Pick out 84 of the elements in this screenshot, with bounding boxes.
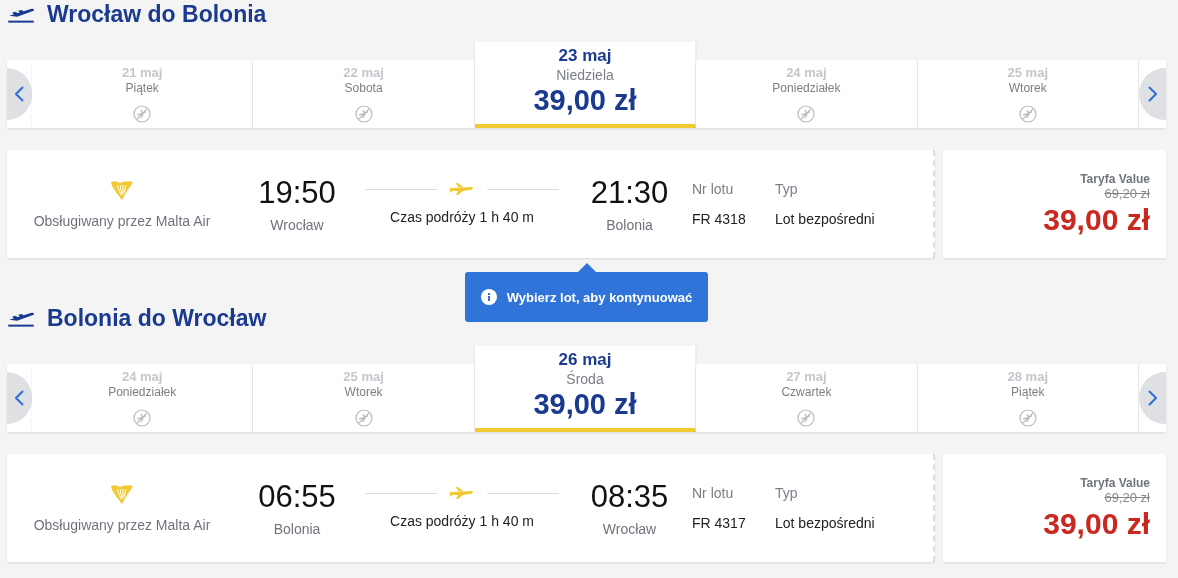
- weekday-label: Piątek: [1011, 385, 1045, 399]
- next-button[interactable]: [1139, 372, 1166, 424]
- no-flights-icon: [133, 409, 152, 427]
- plane-icon: [449, 487, 475, 499]
- arrival-city: Wrocław: [602, 521, 657, 537]
- date-label: 24 maj: [121, 369, 163, 384]
- duration-label: Czas podróży 1 h 40 m: [390, 513, 534, 529]
- duration-label: Czas podróży 1 h 40 m: [390, 209, 534, 225]
- chevron-left-icon: [14, 86, 25, 102]
- flight-type: Lot bezpośredni: [775, 515, 875, 531]
- date-tab[interactable]: 21 maj Piątek: [32, 60, 254, 128]
- weekday-label: Środa: [566, 371, 604, 387]
- chevron-right-icon: [1147, 86, 1158, 102]
- date-tab[interactable]: 28 maj Piątek: [917, 364, 1139, 432]
- no-flights-icon: [354, 409, 373, 427]
- weekday-label: Sobota: [344, 81, 383, 95]
- section-title: Bolonia do Wrocław: [47, 304, 267, 332]
- previous-button[interactable]: [7, 372, 32, 424]
- departure-city: Bolonia: [273, 521, 321, 537]
- price-panel[interactable]: Taryfa Value 69,20 zł 39,00 zł: [943, 454, 1166, 562]
- date-tab[interactable]: 22 maj Sobota: [253, 60, 475, 128]
- fare-name: Taryfa Value: [1080, 475, 1150, 490]
- type-label: Typ: [775, 485, 798, 501]
- weekday-label: Niedziela: [556, 67, 614, 83]
- no-flights-icon: [133, 105, 152, 123]
- chevron-right-icon: [1147, 390, 1158, 406]
- date-label: 25 maj: [343, 369, 384, 384]
- chevron-left-icon: [14, 390, 25, 406]
- weekday-label: Wtorek: [1008, 81, 1047, 95]
- next-button[interactable]: [1139, 68, 1166, 120]
- old-price: 69,20 zł: [1104, 185, 1150, 201]
- fare-name: Taryfa Value: [1080, 171, 1150, 186]
- departure-time: 06:55: [258, 479, 336, 515]
- date-tab[interactable]: 25 maj Wtorek: [917, 60, 1139, 128]
- date-label: 22 maj: [343, 65, 384, 80]
- price-panel[interactable]: Taryfa Value 69,20 zł 39,00 zł: [943, 150, 1166, 258]
- harp-logo-icon: [110, 483, 134, 505]
- fare-price: 39,00 zł: [533, 84, 637, 117]
- no-flights-icon: [354, 105, 373, 123]
- arrival-time: 21:30: [590, 175, 669, 211]
- operator-label: Obsługiwany przez Malta Air: [33, 213, 211, 229]
- flight-number-label: Nr lotu: [692, 485, 734, 501]
- weekday-label: Poniedziałek: [108, 385, 177, 399]
- weekday-label: Czwartek: [781, 385, 832, 399]
- type-label: Typ: [775, 181, 798, 197]
- old-price: 69,20 zł: [1104, 489, 1150, 505]
- date-label: 26 maj: [558, 350, 612, 370]
- arrival-time: 08:35: [590, 479, 669, 515]
- date-tab[interactable]: 24 maj Poniedziałek: [32, 364, 254, 432]
- flight-number: FR 4318: [692, 211, 746, 227]
- weekday-label: Wtorek: [344, 385, 383, 399]
- date-label: 28 maj: [1007, 369, 1049, 384]
- departure-time: 19:50: [258, 175, 336, 211]
- date-label: 21 maj: [121, 65, 163, 80]
- operator-label: Obsługiwany przez Malta Air: [33, 517, 211, 533]
- no-flights-icon: [797, 105, 816, 123]
- info-icon: [480, 289, 497, 305]
- harp-logo-icon: [110, 179, 134, 201]
- plane-icon: [449, 183, 475, 195]
- previous-button[interactable]: [7, 68, 32, 120]
- date-tab[interactable]: 23 maj Niedziela 39,00 zł: [474, 42, 697, 128]
- flight-number: FR 4317: [692, 515, 746, 531]
- fare-price: 39,00 zł: [533, 388, 637, 421]
- price: 39,00 zł: [1043, 202, 1150, 237]
- section-title: Wrocław do Bolonia: [47, 0, 267, 28]
- weekday-label: Piątek: [125, 81, 159, 95]
- price: 39,00 zł: [1043, 506, 1150, 541]
- departure-city: Wrocław: [270, 217, 324, 233]
- flight-type: Lot bezpośredni: [775, 211, 875, 227]
- date-label: 23 maj: [558, 46, 612, 66]
- date-tab[interactable]: 26 maj Środa 39,00 zł: [474, 346, 697, 432]
- arrival-city: Bolonia: [606, 217, 653, 233]
- no-flights-icon: [1018, 409, 1037, 427]
- date-label: 27 maj: [786, 369, 827, 384]
- flight-number-label: Nr lotu: [692, 181, 734, 197]
- date-label: 25 maj: [1007, 65, 1049, 80]
- date-tab[interactable]: 25 maj Wtorek: [253, 364, 475, 432]
- date-tab[interactable]: 24 maj Poniedziałek: [696, 60, 918, 128]
- tooltip-text: Wybierz lot, aby kontynuować: [506, 289, 693, 305]
- date-tab[interactable]: 27 maj Czwartek: [696, 364, 918, 432]
- no-flights-icon: [797, 409, 816, 427]
- date-label: 24 maj: [786, 65, 827, 80]
- weekday-label: Poniedziałek: [772, 81, 841, 95]
- no-flights-icon: [1018, 105, 1037, 123]
